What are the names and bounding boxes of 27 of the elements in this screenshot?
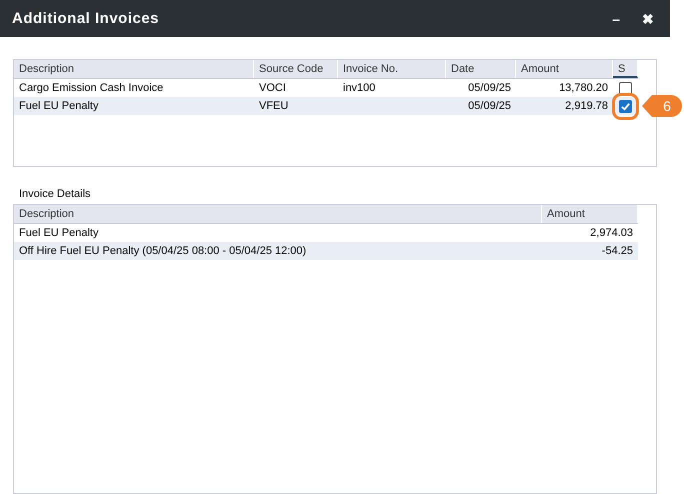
table-cell-text: Fuel EU Penalty xyxy=(18,100,100,112)
table-cell-text: 2,919.78 xyxy=(564,100,609,112)
table-cell-text: inv100 xyxy=(342,82,376,94)
column-header[interactable]: Date xyxy=(446,60,516,78)
table-cell-text: Fuel EU Penalty xyxy=(18,227,100,239)
table-cell-text: VFEU xyxy=(258,100,290,112)
close-button[interactable]: ✖ xyxy=(640,10,656,26)
table-cell-text: -54.25 xyxy=(600,245,634,257)
column-header[interactable]: Description xyxy=(14,60,254,78)
column-header[interactable]: S xyxy=(613,60,638,78)
column-header[interactable]: Source Code xyxy=(254,60,338,78)
table-cell-text: 2,974.03 xyxy=(589,227,634,239)
column-header[interactable]: Description xyxy=(14,205,542,223)
table-cell-text: 13,780.20 xyxy=(558,82,609,94)
table-cell-text: VOCI xyxy=(258,82,287,94)
table-cell-text: Cargo Emission Cash Invoice xyxy=(18,82,164,94)
table-cell-text: 05/09/25 xyxy=(467,82,512,94)
section-label: Invoice Details xyxy=(19,188,92,202)
table-cell-text: Off Hire Fuel EU Penalty (05/04/25 08:00 - 05/04/25 12:00) xyxy=(18,245,308,257)
window-title: Additional Invoices xyxy=(12,10,160,27)
table-cell-text: 05/09/25 xyxy=(467,100,512,112)
column-header[interactable]: Amount xyxy=(542,205,638,223)
column-header[interactable]: Amount xyxy=(516,60,613,78)
checkbox[interactable] xyxy=(619,82,632,94)
column-header[interactable]: Invoice No. xyxy=(338,60,446,78)
minimize-button[interactable]: – xyxy=(610,10,622,26)
step-badge: 6 xyxy=(642,93,684,119)
